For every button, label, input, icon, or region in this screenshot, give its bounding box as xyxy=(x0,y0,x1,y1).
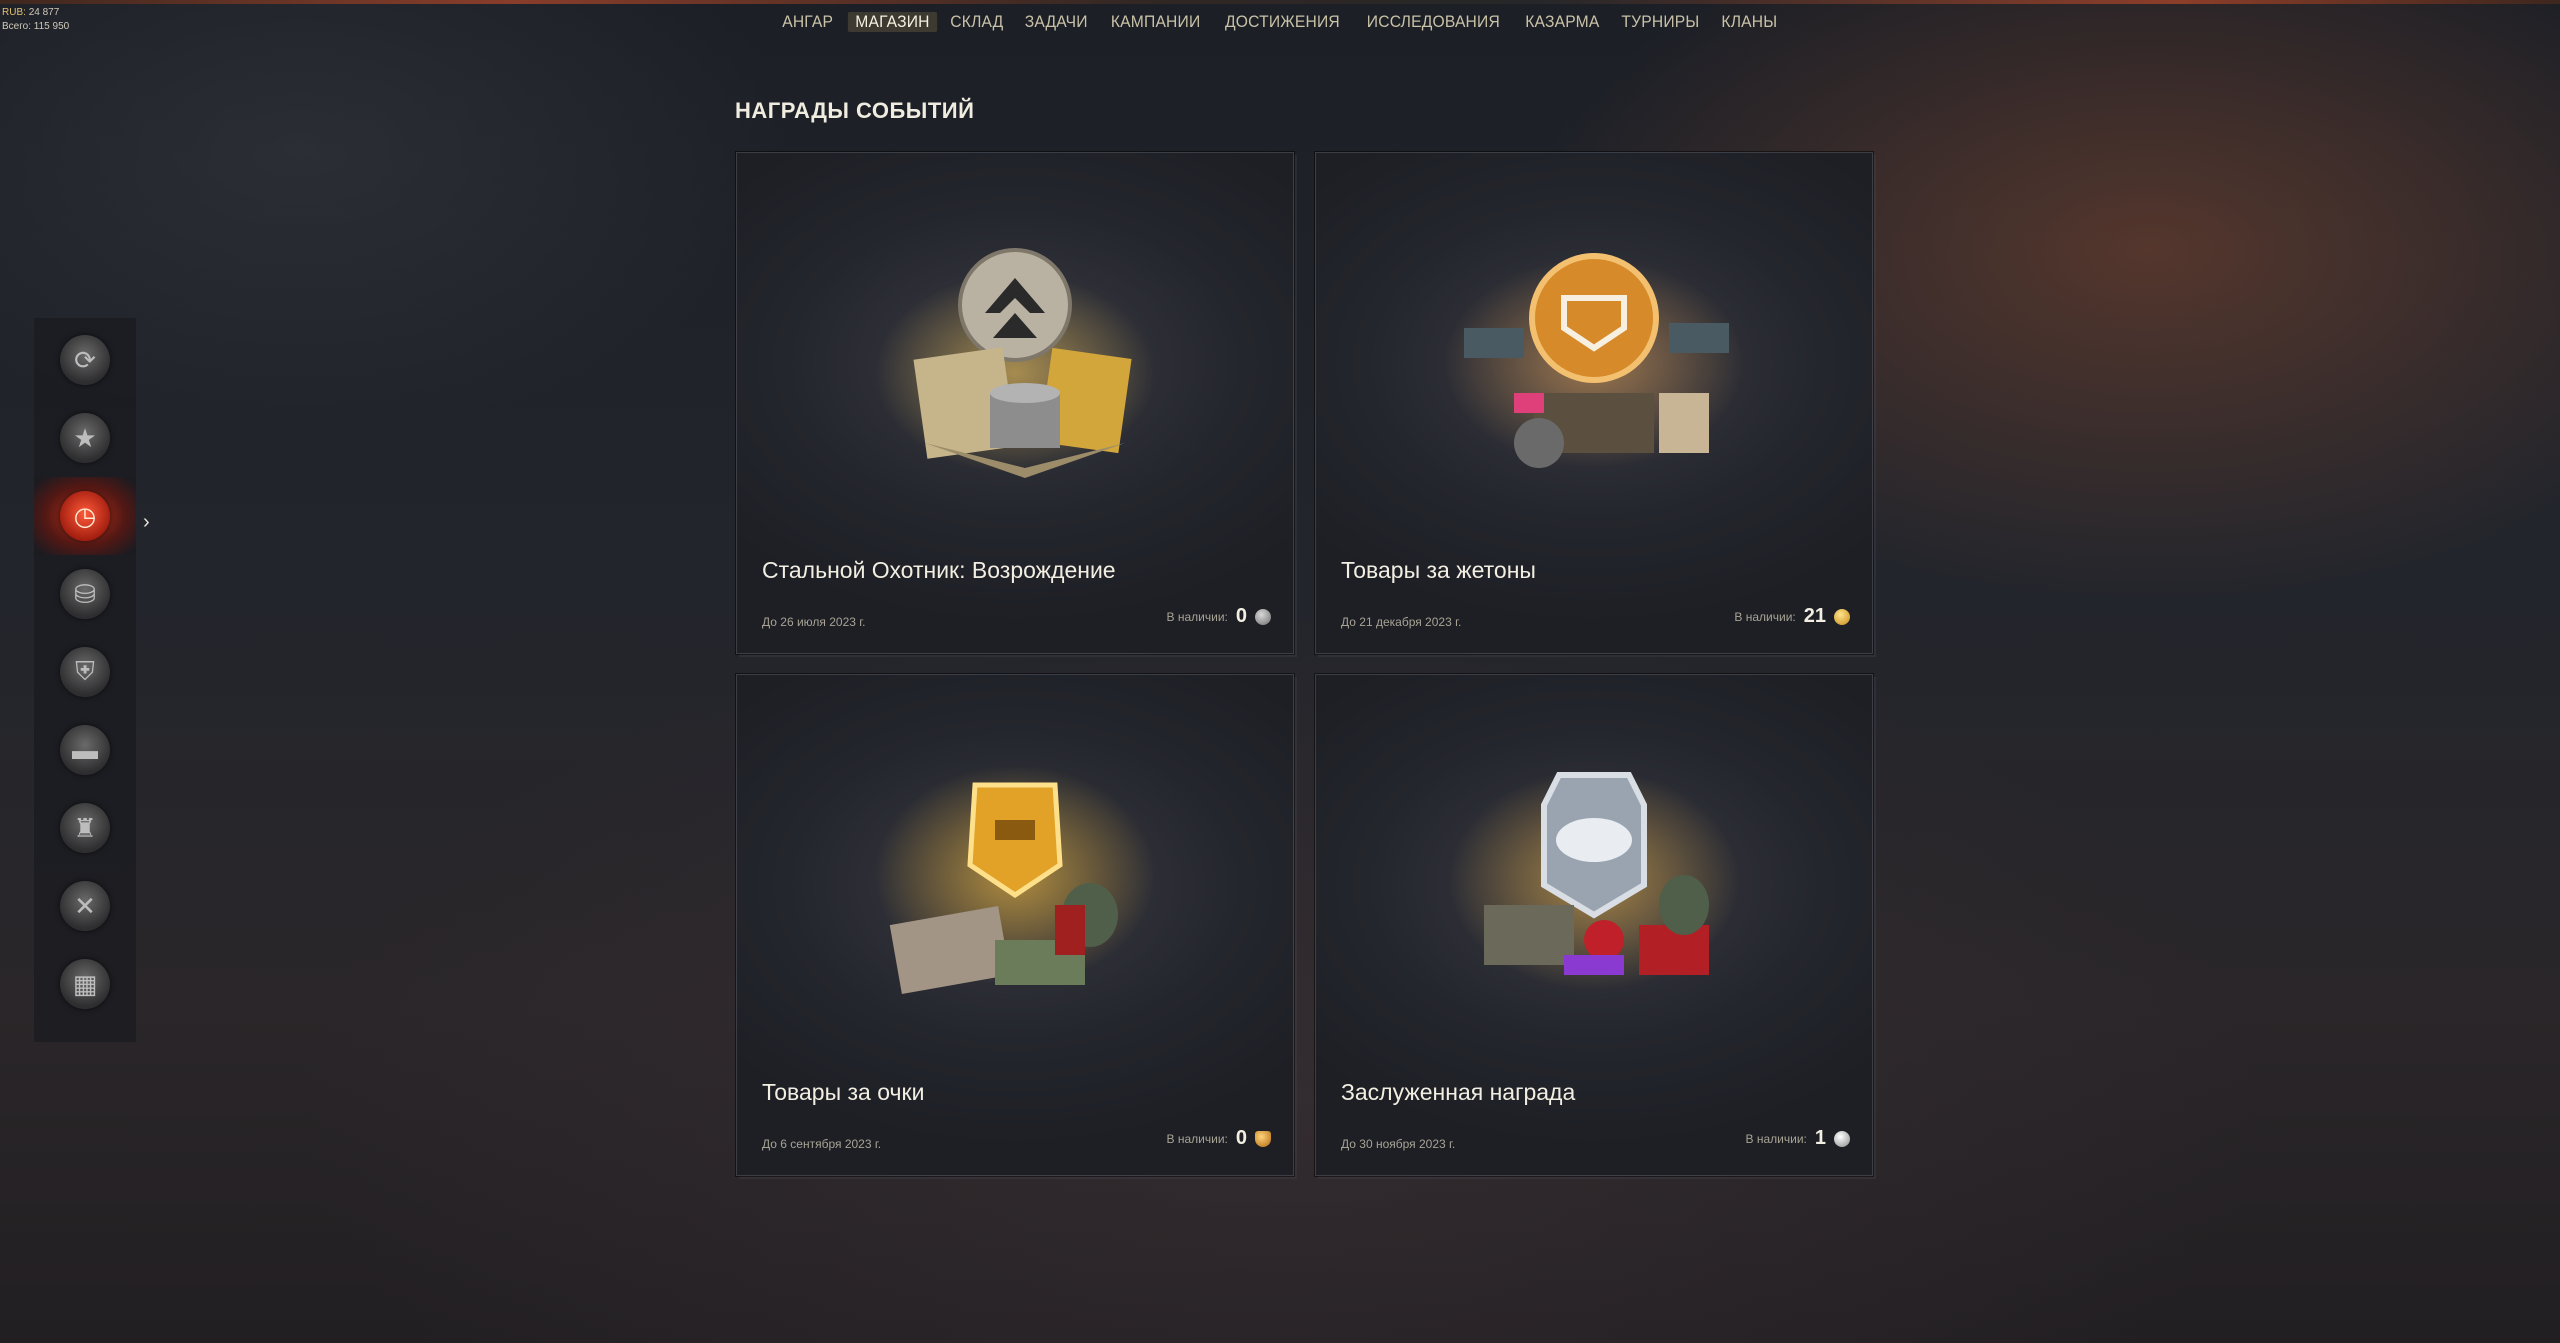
refresh-wreath-icon: ⟳ xyxy=(60,335,110,385)
stock-value: 21 xyxy=(1803,605,1826,627)
stock-label: В наличии: xyxy=(1166,1131,1228,1146)
points-art-icon xyxy=(875,765,1155,995)
sidebar-item-money[interactable]: ▦ xyxy=(34,945,136,1023)
stock-label: В наличии: xyxy=(1166,609,1228,624)
shield-points-icon xyxy=(1255,1130,1271,1147)
gold-token-icon xyxy=(1834,608,1850,625)
main-nav: АНГАР МАГАЗИН СКЛАД ЗАДАЧИ КАМПАНИИ ДОСТ… xyxy=(0,12,2560,32)
stock-value: 0 xyxy=(1235,605,1247,627)
card-stock: В наличии: 21 xyxy=(1734,605,1850,628)
stock-value: 1 xyxy=(1814,1127,1826,1149)
tank-icon: ▬ xyxy=(60,725,110,775)
sidebar-item-tank[interactable]: ▬ xyxy=(34,711,136,789)
nav-campaigns[interactable]: КАМПАНИИ xyxy=(1103,12,1207,32)
card-date: До 21 декабря 2023 г. xyxy=(1341,615,1462,629)
event-card-earned-reward[interactable]: Заслуженная награда До 30 ноября 2023 г.… xyxy=(1315,674,1873,1176)
nav-barracks[interactable]: КАЗАРМА xyxy=(1517,12,1606,32)
earned-reward-art-icon xyxy=(1449,770,1739,990)
nav-tournaments[interactable]: ТУРНИРЫ xyxy=(1614,12,1707,32)
steel-hunter-art-icon xyxy=(875,248,1155,478)
nav-store[interactable]: МАГАЗИН xyxy=(847,12,937,32)
sidebar-item-tools[interactable]: ✕ xyxy=(34,867,136,945)
equipment-icon: ♜ xyxy=(60,803,110,853)
card-title: Стальной Охотник: Возрождение xyxy=(762,557,1116,583)
stock-label: В наличии: xyxy=(1745,1131,1807,1146)
sidebar-item-equipment[interactable]: ♜ xyxy=(34,789,136,867)
nav-missions[interactable]: ЗАДАЧИ xyxy=(1018,12,1096,32)
page-title: НАГРАДЫ СОБЫТИЙ xyxy=(735,98,975,123)
card-stock: В наличии: 0 xyxy=(1167,1127,1271,1150)
nav-hangar[interactable]: АНГАР xyxy=(775,12,841,32)
event-card-tokens[interactable]: Товары за жетоны До 21 декабря 2023 г. В… xyxy=(1315,152,1873,654)
sidebar-item-shield[interactable]: ⛨ xyxy=(34,633,136,711)
nav-depot[interactable]: СКЛАД xyxy=(943,12,1011,32)
stock-value: 0 xyxy=(1235,1127,1247,1149)
top-accent-bar xyxy=(0,0,2560,4)
stock-label: В наличии: xyxy=(1734,609,1796,624)
nav-achievements[interactable]: ДОСТИЖЕНИЯ xyxy=(1218,12,1348,32)
card-title: Товары за жетоны xyxy=(1341,557,1536,583)
card-title: Товары за очки xyxy=(762,1079,925,1105)
shield-icon: ⛨ xyxy=(60,647,110,697)
coins-icon: ⛁ xyxy=(60,569,110,619)
sidebar-item-star[interactable]: ★ xyxy=(34,399,136,477)
chevron-right-icon: › xyxy=(143,511,150,533)
sidebar-item-coins[interactable]: ⛁ xyxy=(34,555,136,633)
reward-token-icon xyxy=(1834,1130,1850,1147)
store-sidebar: ⟳ ★ ◷ ⛁ ⛨ ▬ ♜ ✕ ▦ xyxy=(34,318,136,1042)
nav-research[interactable]: ИССЛЕДОВАНИЯ xyxy=(1359,12,1507,32)
sidebar-item-events[interactable]: ◷ xyxy=(34,477,136,555)
card-stock: В наличии: 0 xyxy=(1167,605,1271,628)
tools-icon: ✕ xyxy=(60,881,110,931)
card-stock: В наличии: 1 xyxy=(1746,1127,1850,1150)
event-card-steel-hunter[interactable]: Стальной Охотник: Возрождение До 26 июля… xyxy=(736,152,1294,654)
star-icon: ★ xyxy=(60,413,110,463)
clock-icon: ◷ xyxy=(60,491,110,541)
money-icon: ▦ xyxy=(60,959,110,1009)
card-date: До 6 сентября 2023 г. xyxy=(762,1137,882,1151)
card-date: До 30 ноября 2023 г. xyxy=(1341,1137,1456,1151)
nav-clans[interactable]: КЛАНЫ xyxy=(1714,12,1785,32)
steel-hunter-token-icon xyxy=(1255,608,1271,625)
sidebar-item-wreath[interactable]: ⟳ xyxy=(34,321,136,399)
tokens-art-icon xyxy=(1444,253,1744,468)
event-card-points[interactable]: Товары за очки До 6 сентября 2023 г. В н… xyxy=(736,674,1294,1176)
card-title: Заслуженная награда xyxy=(1341,1079,1576,1105)
card-date: До 26 июля 2023 г. xyxy=(762,615,866,629)
